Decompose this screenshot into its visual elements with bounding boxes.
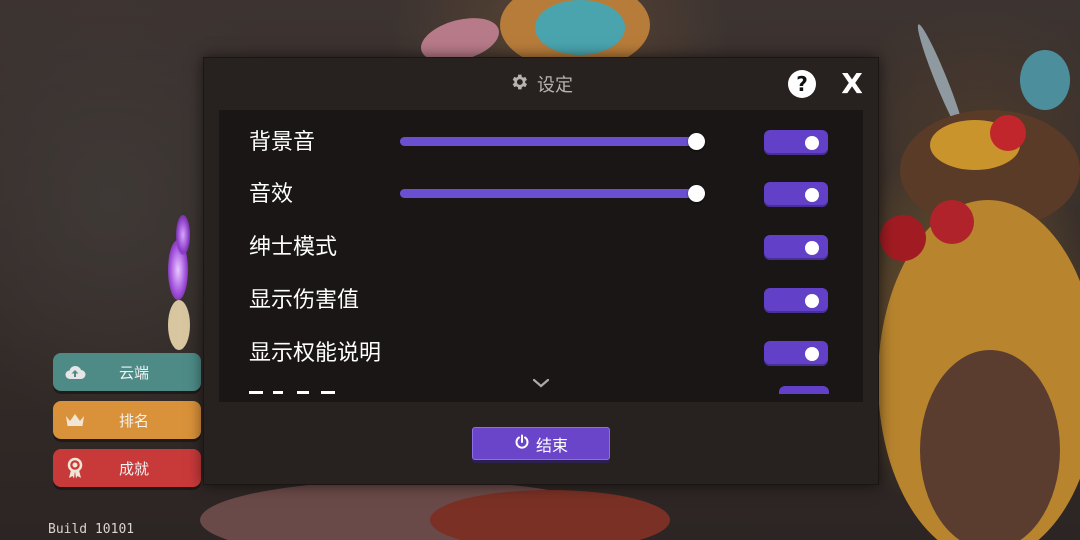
chevron-down-icon[interactable] <box>531 376 551 390</box>
settings-dialog: 设定 ? X 背景音 音效 绅士模式 显示伤害值 显示权能说明 结束 <box>203 57 879 485</box>
show-damage-label: 显示伤害值 <box>249 288 360 313</box>
bgm-slider-fill <box>400 137 696 146</box>
setting-row-sfx: 音效 <box>219 170 863 210</box>
sfx-volume-slider[interactable] <box>400 185 705 202</box>
medal-ribbon-icon <box>53 457 97 479</box>
build-version: Build 10101 <box>48 522 135 537</box>
toggle-knob <box>805 188 819 202</box>
settings-list[interactable]: 背景音 音效 绅士模式 显示伤害值 显示权能说明 <box>219 110 863 402</box>
coral-art <box>1020 50 1070 110</box>
bgm-slider-handle[interactable] <box>688 133 705 150</box>
clipped-toggle[interactable] <box>779 386 829 394</box>
sfx-toggle[interactable] <box>764 182 828 207</box>
sfx-slider-fill <box>400 189 696 198</box>
toggle-knob <box>805 241 819 255</box>
cloud-label: 云端 <box>118 363 149 382</box>
ranking-label: 排名 <box>118 411 149 430</box>
wooden-chair-art <box>920 350 1060 540</box>
bgm-label: 背景音 <box>249 130 316 155</box>
candle-art <box>168 300 190 350</box>
help-button[interactable]: ? <box>788 70 816 98</box>
gentleman-mode-toggle[interactable] <box>764 235 828 260</box>
rose-art <box>880 215 926 261</box>
setting-row-show-damage: 显示伤害值 <box>219 276 863 316</box>
toggle-knob <box>805 136 819 150</box>
sfx-label: 音效 <box>249 182 294 207</box>
close-button[interactable]: X <box>838 67 866 100</box>
show-perk-desc-label: 显示权能说明 <box>249 341 382 366</box>
sfx-slider-handle[interactable] <box>688 185 705 202</box>
toggle-knob <box>805 294 819 308</box>
setting-row-bgm: 背景音 <box>219 118 863 158</box>
power-icon <box>514 434 530 454</box>
cloud-button[interactable]: 云端 <box>53 353 201 391</box>
dialog-header: 设定 <box>204 71 878 97</box>
dialog-title: 设定 <box>537 75 573 96</box>
toggle-knob <box>805 347 819 361</box>
gear-icon <box>509 72 529 97</box>
end-button-label: 结束 <box>535 435 568 455</box>
princess-hair-art <box>535 0 625 55</box>
setting-row-show-perk-desc: 显示权能说明 <box>219 329 863 369</box>
candle-flame-art <box>176 215 190 255</box>
ranking-button[interactable]: 排名 <box>53 401 201 439</box>
show-perk-desc-toggle[interactable] <box>764 341 828 366</box>
cloud-upload-icon <box>53 364 97 380</box>
achievements-button[interactable]: 成就 <box>53 449 201 487</box>
red-gem-art <box>990 115 1026 151</box>
end-button[interactable]: 结束 <box>472 427 610 460</box>
achievements-label: 成就 <box>118 459 149 478</box>
bgm-volume-slider[interactable] <box>400 133 705 150</box>
setting-row-gentleman-mode: 绅士模式 <box>219 223 863 263</box>
clipped-row-label-fragment <box>249 391 335 394</box>
rose-art <box>930 200 974 244</box>
gentleman-mode-label: 绅士模式 <box>249 235 338 260</box>
crown-icon <box>53 412 97 428</box>
show-damage-toggle[interactable] <box>764 288 828 313</box>
bgm-toggle[interactable] <box>764 130 828 155</box>
rug-art <box>430 490 670 540</box>
